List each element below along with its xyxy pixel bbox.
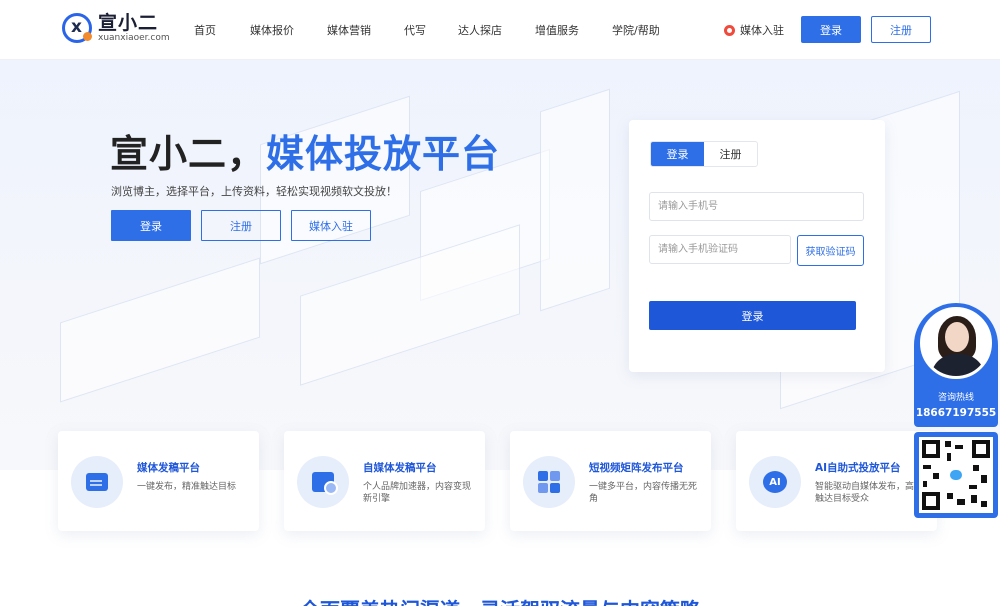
contact-label: 咨询热线 — [937, 393, 974, 403]
avatar — [920, 307, 992, 379]
logo-domain: xuanxiaoer.com — [98, 33, 170, 43]
flame-icon — [724, 24, 735, 36]
grid-icon — [538, 471, 560, 493]
nav-item-academy-help[interactable]: 学院/帮助 — [612, 22, 660, 38]
hero-title: 宣小二，媒体投放平台 — [110, 132, 501, 176]
qr-code-widget[interactable] — [914, 432, 998, 518]
phone-input[interactable] — [649, 192, 864, 221]
nav-item-media-pricing[interactable]: 媒体报价 — [250, 22, 294, 38]
hero-register-button[interactable]: 注册 — [201, 210, 281, 241]
feature-desc: 一键发布，精准触达目标 — [137, 482, 237, 492]
ai-icon: AI — [763, 471, 787, 493]
get-code-button[interactable]: 获取验证码 — [797, 235, 864, 266]
feature-desc: 一键多平台，内容传播无死角 — [589, 482, 698, 504]
nav-item-media-marketing[interactable]: 媒体营销 — [327, 22, 371, 38]
nav-item-home[interactable]: 首页 — [194, 22, 216, 38]
tab-register[interactable]: 注册 — [704, 142, 757, 166]
feature-card-self-media[interactable]: 自媒体发稿平台 个人品牌加速器，内容变现新引擎 — [284, 431, 485, 531]
nav-item-influencer-visit[interactable]: 达人探店 — [458, 22, 502, 38]
logo[interactable]: 宣小二 xuanxiaoer.com — [62, 13, 170, 43]
nav-item-ghostwriting[interactable]: 代写 — [404, 22, 426, 38]
hero-subtitle: 浏览博主，选择平台，上传资料，轻松实现视频软文投放！ — [111, 185, 397, 198]
hero-login-button[interactable]: 登录 — [111, 210, 191, 241]
feature-desc: 个人品牌加速器，内容变现新引擎 — [363, 482, 472, 504]
floating-contact-widget[interactable]: 咨询热线 18667197555 — [914, 303, 998, 427]
qr-code-icon — [919, 437, 993, 513]
login-tabs: 登录 注册 — [650, 141, 758, 167]
feature-title: 媒体发稿平台 — [137, 462, 200, 474]
header-login-button[interactable]: 登录 — [801, 16, 861, 43]
logo-icon — [62, 13, 92, 43]
feature-title: 短视频矩阵发布平台 — [589, 462, 684, 474]
feature-title: AI自助式投放平台 — [815, 462, 901, 474]
feature-desc: 智能驱动自媒体发布，高效触达目标受众 — [815, 482, 924, 504]
main-nav: 首页 媒体报价 媒体营销 代写 达人探店 增值服务 学院/帮助 — [194, 0, 660, 60]
media-join-link[interactable]: 媒体入驻 — [724, 22, 784, 38]
logo-name: 宣小二 — [98, 12, 159, 34]
wechat-icon — [947, 466, 965, 484]
media-join-label: 媒体入驻 — [740, 24, 784, 37]
tab-login[interactable]: 登录 — [651, 142, 704, 166]
login-card: 登录 注册 获取验证码 登录 — [629, 120, 885, 372]
document-icon — [86, 473, 108, 491]
nav-item-value-added[interactable]: 增值服务 — [535, 22, 579, 38]
media-icon — [312, 472, 338, 495]
header-register-button[interactable]: 注册 — [871, 16, 931, 43]
section-title: 全面覆盖热门渠道，灵活驾驭流量与内容策略 — [0, 594, 1000, 606]
feature-title: 自媒体发稿平台 — [363, 462, 437, 474]
hero-media-join-button[interactable]: 媒体入驻 — [291, 210, 371, 241]
contact-phone: 18667197555 — [915, 407, 997, 419]
feature-card-media-posting[interactable]: 媒体发稿平台 一键发布，精准触达目标 — [58, 431, 259, 531]
login-submit-button[interactable]: 登录 — [649, 301, 856, 330]
top-header: 宣小二 xuanxiaoer.com 首页 媒体报价 媒体营销 代写 达人探店 … — [0, 0, 1000, 60]
verification-code-input[interactable] — [649, 235, 791, 264]
feature-card-short-video[interactable]: 短视频矩阵发布平台 一键多平台，内容传播无死角 — [510, 431, 711, 531]
feature-card-ai-self-service[interactable]: AI AI自助式投放平台 智能驱动自媒体发布，高效触达目标受众 — [736, 431, 937, 531]
